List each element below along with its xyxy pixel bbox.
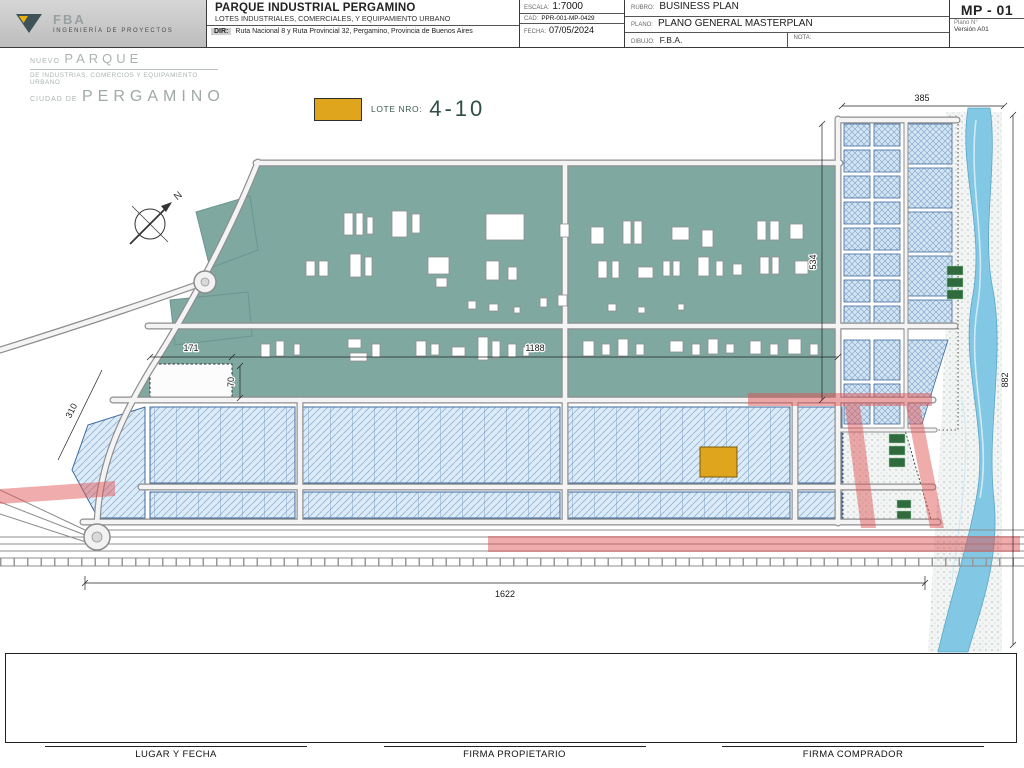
- dibujo-value: F.B.A.: [659, 35, 683, 45]
- north-compass-icon: N: [129, 190, 185, 245]
- project-subtitle: LOTES INDUSTRIALES, COMERCIALES, Y EQUIP…: [215, 14, 451, 23]
- version-label: Versión: [954, 26, 976, 33]
- dashed-reserved-lot: [149, 363, 233, 399]
- highlighted-lot-4-10: [699, 446, 738, 478]
- signature-box: [5, 653, 1017, 743]
- dir-value: Ruta Nacional 8 y Ruta Provincial 32, Pe…: [235, 28, 473, 35]
- meta-cell: ESCALA: 1:7000 CAD: PPR-001-MP-0429 FECH…: [520, 0, 625, 47]
- project-cell: PARQUE INDUSTRIAL PERGAMINO LOTES INDUST…: [207, 0, 520, 47]
- dim-385: 385: [914, 93, 929, 103]
- signature-buyer: FIRMA COMPRADOR: [722, 746, 984, 760]
- dim-534: 534: [808, 254, 818, 269]
- grid-lots: [843, 123, 953, 425]
- escala-value: 1:7000: [552, 1, 583, 12]
- masterplan-sheet: FBA INGENIERÍA DE PROYECTOS PARQUE INDUS…: [0, 0, 1024, 768]
- version-value: A01: [977, 26, 989, 33]
- fecha-value: 07/05/2024: [549, 25, 595, 35]
- fecha-label: FECHA:: [524, 29, 547, 35]
- info-cell: RUBRO: BUSINESS PLAN PLANO: PLANO GENERA…: [625, 0, 950, 47]
- sheet-plano-n: Plano N°: [950, 18, 1024, 26]
- plano-label: PLANO:: [631, 21, 654, 28]
- dim-171: 171: [183, 343, 198, 353]
- rubro-value: BUSINESS PLAN: [659, 1, 739, 12]
- nota-label: NOTA:: [793, 35, 812, 41]
- logo-tagline: INGENIERÍA DE PROYECTOS: [53, 28, 174, 34]
- dim-70: 70: [226, 377, 236, 387]
- parcel-subdivisions: [150, 407, 790, 518]
- compass-north-label: N: [172, 190, 185, 203]
- signature-row: LUGAR Y FECHA FIRMA PROPIETARIO FIRMA CO…: [5, 746, 1019, 760]
- signature-place-date: LUGAR Y FECHA: [45, 746, 307, 760]
- dir-label: DIR:: [211, 28, 232, 35]
- dim-1622: 1622: [495, 589, 515, 599]
- escala-label: ESCALA:: [524, 5, 550, 11]
- sheet-number: MP - 01: [960, 2, 1014, 18]
- dim-882: 882: [1000, 372, 1010, 387]
- signature-owner: FIRMA PROPIETARIO: [383, 746, 646, 760]
- cad-value: PPR-001-MP-0429: [541, 15, 595, 22]
- logo-brand: FBA: [53, 12, 86, 27]
- dim-1188: 1188: [525, 343, 544, 353]
- industrial-zone: [128, 161, 839, 401]
- project-title: PARQUE INDUSTRIAL PERGAMINO: [215, 2, 416, 14]
- logo-cell: FBA INGENIERÍA DE PROYECTOS: [0, 0, 207, 47]
- dim-310: 310: [63, 402, 79, 420]
- rubro-label: RUBRO:: [631, 5, 655, 11]
- masterplan-drawing: N 385 534 882 171 1188 70 310 1622: [0, 93, 1024, 653]
- fba-logo-icon: [16, 13, 42, 33]
- title-block: FBA INGENIERÍA DE PROYECTOS PARQUE INDUS…: [0, 0, 1024, 48]
- dibujo-label: DIBUJO:: [631, 39, 655, 45]
- sheet-cell: MP - 01 Plano N° Versión A01: [950, 0, 1024, 47]
- cad-label: CAD:: [524, 16, 539, 22]
- plano-value: PLANO GENERAL MASTERPLAN: [658, 17, 813, 29]
